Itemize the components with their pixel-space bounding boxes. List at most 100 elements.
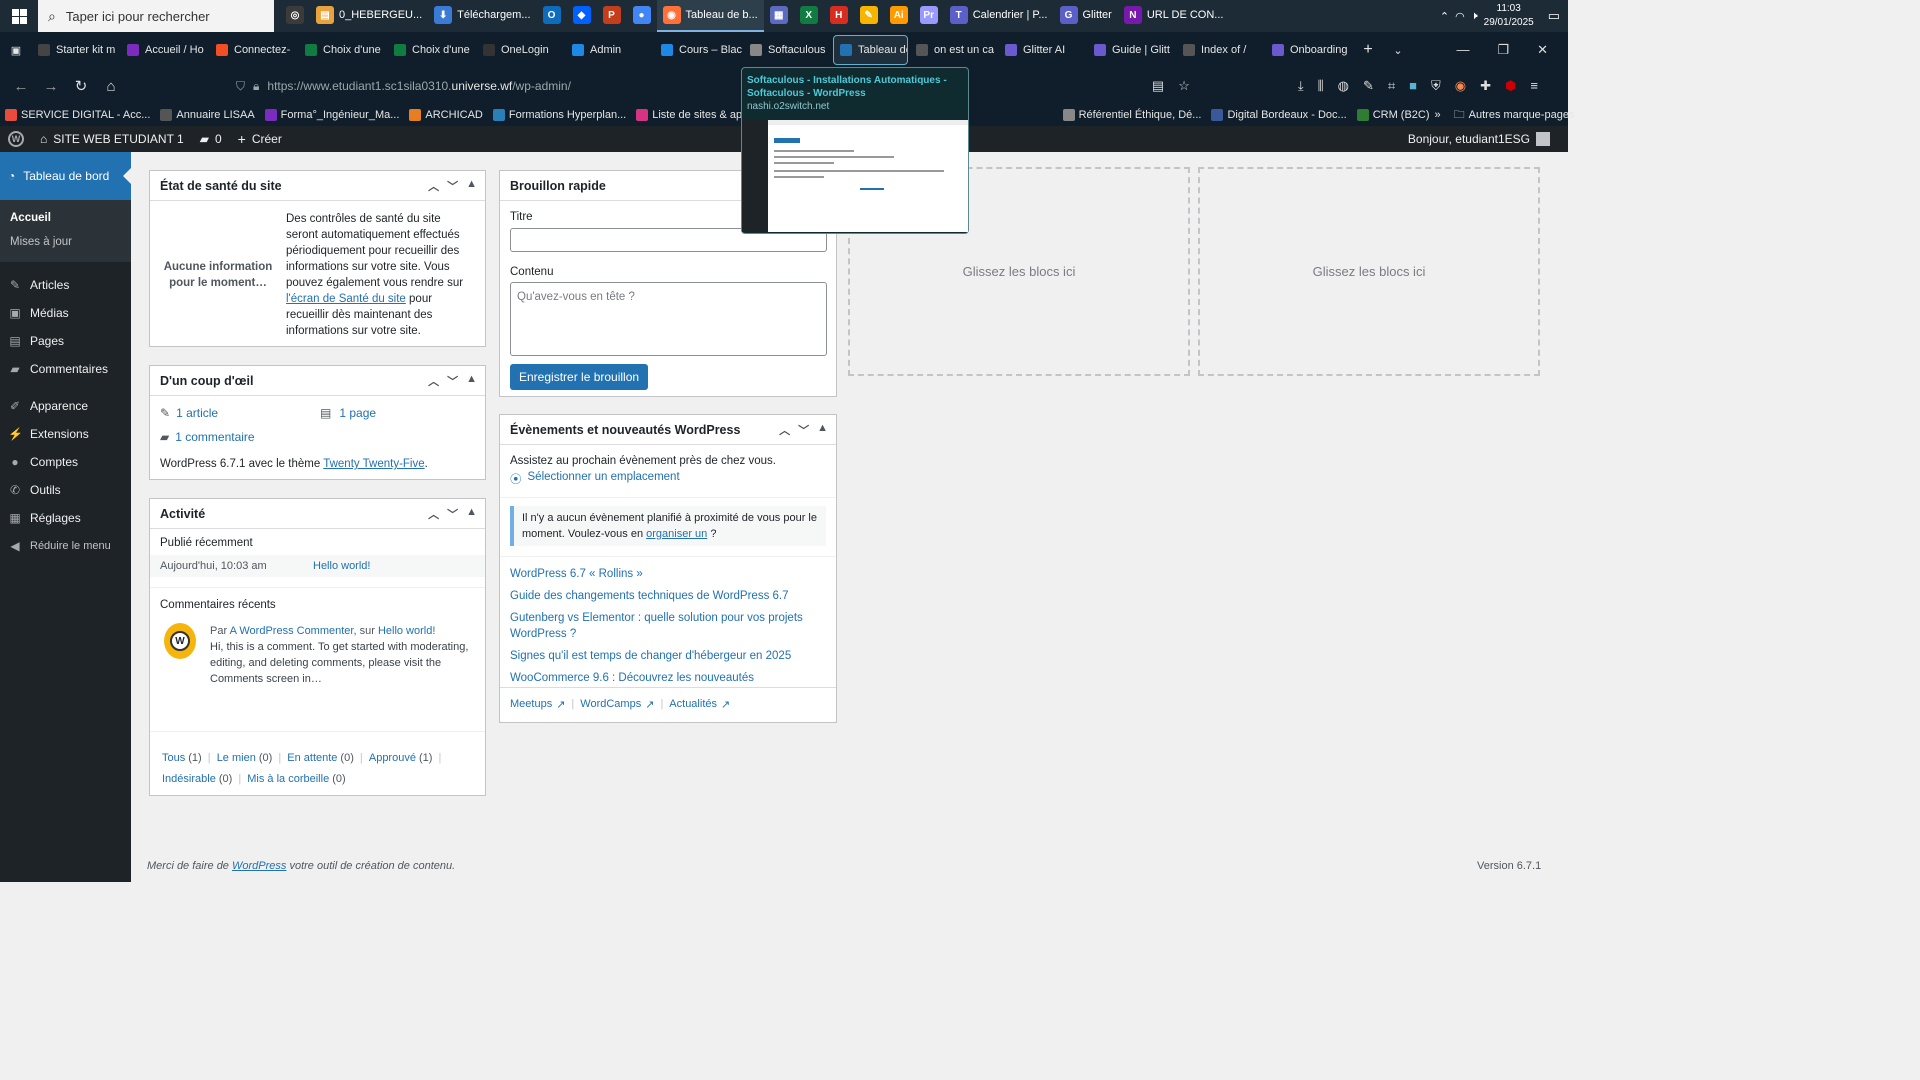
crop-icon[interactable]: ⌗ — [1388, 78, 1395, 94]
organize-link[interactable]: organiser un — [646, 528, 707, 540]
browser-tab[interactable]: Accueil / Ho — [121, 35, 208, 65]
move-up-icon[interactable]: ︿ — [428, 506, 439, 522]
browser-tab[interactable]: Connectez- — [210, 35, 297, 65]
browser-tab[interactable]: Tableau de bo✕ — [833, 35, 908, 65]
clock[interactable]: 11:03 29/01/2025 — [1484, 2, 1534, 30]
notification-icon[interactable]: ▭ — [1548, 8, 1560, 24]
submenu-updates[interactable]: Mises à jour — [0, 230, 131, 254]
reload-icon[interactable]: ↻ — [66, 77, 96, 95]
account-menu[interactable]: Bonjour, etudiant1ESG — [1408, 132, 1568, 146]
browser-tab[interactable]: Starter kit m — [32, 35, 119, 65]
taskbar-app[interactable]: H — [824, 0, 854, 32]
bookmark[interactable]: Référentiel Éthique, Dé... — [1058, 109, 1207, 121]
browser-tab[interactable]: OneLogin — [477, 35, 564, 65]
events-footer-link[interactable]: WordCamps ↗ — [580, 698, 654, 711]
comment-filter[interactable]: Mis à la corbeille (0) — [247, 773, 345, 785]
taskbar-app[interactable]: Pr — [914, 0, 944, 32]
new-content-link[interactable]: + Créer — [230, 131, 290, 147]
puzzle-icon[interactable]: ✚ — [1480, 78, 1491, 94]
news-item-link[interactable]: Signes qu'il est temps de changer d'hébe… — [510, 645, 826, 667]
browser-tab[interactable]: Cours – Blac — [655, 35, 742, 65]
bookmark[interactable]: Formations Hyperplan... — [488, 109, 631, 121]
wordpress-link[interactable]: WordPress — [232, 860, 286, 872]
comment-filter-link[interactable]: Approuvé — [369, 752, 416, 764]
bookmark[interactable]: ARCHICAD — [404, 109, 487, 121]
taskbar-app[interactable]: O — [537, 0, 567, 32]
bookmark[interactable]: Digital Bordeaux - Doc... — [1206, 109, 1351, 121]
color-icon[interactable]: ◉ — [1455, 78, 1466, 94]
minimize-icon[interactable]: — — [1456, 42, 1469, 58]
pen-icon[interactable]: ✎ — [1363, 78, 1374, 94]
bookmark[interactable]: Annuaire LISAA — [155, 109, 259, 121]
comment-filter-link[interactable]: Le mien — [217, 752, 256, 764]
taskbar-app[interactable]: G Glitter — [1054, 0, 1118, 32]
news-item-link[interactable]: Gutenberg vs Elementor : quelle solution… — [510, 607, 826, 645]
news-item-link[interactable]: WordPress 6.7 « Rollins » — [510, 563, 826, 585]
browser-tab[interactable]: Choix d'une — [388, 35, 475, 65]
home-icon[interactable]: ⌂ — [96, 78, 126, 95]
taskbar-app[interactable]: ● — [627, 0, 657, 32]
taskbar-app[interactable]: ▤ 0_HEBERGEU... — [310, 0, 428, 32]
extension-icon[interactable]: ■ — [1409, 78, 1417, 94]
sidebar-item-media[interactable]: ▣ Médias — [0, 299, 131, 327]
events-footer-label[interactable]: Actualités — [669, 698, 717, 711]
toggle-icon[interactable]: ▲ — [817, 422, 828, 438]
toggle-icon[interactable]: ▲ — [466, 178, 477, 194]
restore-icon[interactable]: ❐ — [1497, 42, 1509, 58]
comment-filter[interactable]: Le mien (0) — [217, 752, 273, 764]
sidebar-item-wrench[interactable]: ✆ Outils — [0, 476, 131, 504]
url-bar[interactable]: ⛉ 🔒︎ https://www.etudiant1.sc1sila0310.u… — [236, 79, 571, 94]
move-up-icon[interactable]: ︿ — [779, 422, 790, 438]
select-location-link[interactable]: Sélectionner un emplacement — [528, 471, 680, 487]
browser-tab[interactable]: Onboarding — [1266, 35, 1353, 65]
comment-filter-link[interactable]: En attente — [287, 752, 337, 764]
close-window-icon[interactable]: ✕ — [1537, 42, 1548, 58]
browser-tab[interactable]: on est un ca — [910, 35, 997, 65]
taskbar-app[interactable]: P — [597, 0, 627, 32]
toggle-icon[interactable]: ▲ — [466, 373, 477, 389]
comment-filter[interactable]: En attente (0) — [287, 752, 354, 764]
taskbar-app[interactable]: ◉ Tableau de b... — [656, 0, 764, 32]
published-post-link[interactable]: Hello world! — [313, 560, 370, 572]
download-icon[interactable]: ⤓ — [1298, 78, 1304, 94]
ublock-icon[interactable]: ⬢ — [1505, 78, 1516, 94]
start-button[interactable] — [0, 0, 38, 32]
menu-dashboard[interactable]: ◔ Tableau de bord — [0, 152, 131, 200]
wifi-icon[interactable]: ◠ — [1455, 10, 1465, 23]
wp-logo-menu[interactable]: W — [0, 131, 32, 147]
reader-icon[interactable]: ▤ — [1152, 78, 1164, 94]
chevron-up-icon[interactable]: ⌃ — [1440, 10, 1449, 23]
browser-tab[interactable]: Glitter AI — [999, 35, 1086, 65]
site-name-link[interactable]: ⌂ SITE WEB ETUDIANT 1 — [32, 132, 192, 146]
comments-count-link[interactable]: 1 commentaire — [175, 430, 254, 444]
browser-tab[interactable]: Index of / — [1177, 35, 1264, 65]
bookmark[interactable]: SERVICE DIGITAL - Acc... — [0, 109, 155, 121]
move-up-icon[interactable]: ︿ — [428, 373, 439, 389]
move-down-icon[interactable]: ﹀ — [798, 422, 809, 438]
taskbar-app[interactable]: ▦ — [764, 0, 794, 32]
move-down-icon[interactable]: ﹀ — [447, 373, 458, 389]
glance-pages[interactable]: ▤ 1 page — [320, 406, 376, 420]
taskbar-app[interactable]: ◎ — [280, 0, 310, 32]
draft-content-textarea[interactable]: Qu'avez-vous en tête ? — [510, 282, 827, 356]
sidebar-item-plugin[interactable]: ⚡ Extensions — [0, 420, 131, 448]
sidebar-item-pin[interactable]: ✎ Articles — [0, 271, 131, 299]
new-tab-icon[interactable]: + — [1353, 35, 1383, 65]
menu-icon[interactable]: ≡ — [1530, 78, 1538, 94]
bookmark[interactable]: CRM (B2C) — [1352, 109, 1435, 121]
sidebar-item-collapse[interactable]: ◀ Réduire le menu — [0, 532, 131, 560]
sidebar-item-comment[interactable]: ▰ Commentaires — [0, 355, 131, 383]
comment-post-link[interactable]: Hello world! — [378, 625, 435, 637]
sidebar-item-page[interactable]: ▤ Pages — [0, 327, 131, 355]
news-item-link[interactable]: WooCommerce 9.6 : Découvrez les nouveaut… — [510, 667, 826, 689]
events-footer-label[interactable]: Meetups — [510, 698, 552, 711]
comment-filter[interactable]: Tous (1) — [162, 752, 202, 764]
move-down-icon[interactable]: ﹀ — [447, 506, 458, 522]
back-icon[interactable]: ← — [6, 78, 36, 95]
comment-author-link[interactable]: A WordPress Commenter — [230, 625, 354, 637]
chevron-down-icon[interactable]: ⌄ — [1383, 35, 1413, 65]
chevron-double-right-icon[interactable]: » — [1435, 109, 1441, 121]
sidebar-item-user[interactable]: ● Comptes — [0, 448, 131, 476]
glance-comments[interactable]: ▰ 1 commentaire — [160, 430, 255, 444]
taskbar-app[interactable]: ⬇ Téléchargem... — [428, 0, 536, 32]
